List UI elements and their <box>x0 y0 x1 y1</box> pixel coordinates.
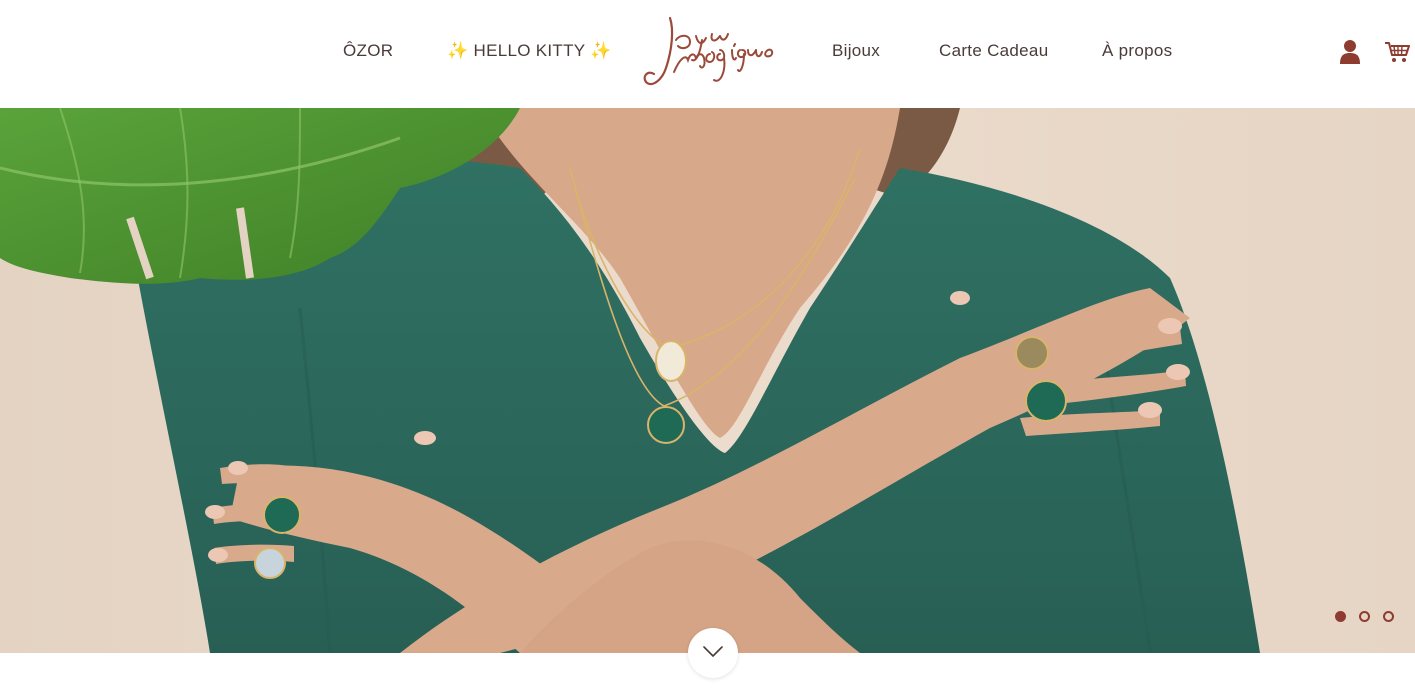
hero-image <box>0 108 1415 653</box>
nav-bijoux[interactable]: Bijoux <box>832 40 880 62</box>
hero-carousel[interactable] <box>0 108 1415 653</box>
nav-ozor[interactable]: ÔZOR <box>343 40 393 62</box>
site-header: ÔZOR ✨ HELLO KITTY ✨ Bijoux Carte Cadeau… <box>0 0 1415 108</box>
carousel-dots <box>1330 611 1400 625</box>
logo[interactable] <box>640 10 788 94</box>
carousel-dot-1[interactable] <box>1335 611 1346 622</box>
shopping-cart-icon[interactable] <box>1384 40 1410 64</box>
nav-a-propos[interactable]: À propos <box>1102 40 1172 62</box>
nav-carte-cadeau[interactable]: Carte Cadeau <box>939 40 1048 62</box>
carousel-dot-3[interactable] <box>1383 611 1394 622</box>
chevron-down-icon <box>703 646 723 657</box>
scroll-down-button[interactable] <box>688 628 738 678</box>
carousel-dot-2[interactable] <box>1359 611 1370 622</box>
user-icon[interactable] <box>1338 39 1362 65</box>
nav-hello-kitty[interactable]: ✨ HELLO KITTY ✨ <box>447 40 612 62</box>
